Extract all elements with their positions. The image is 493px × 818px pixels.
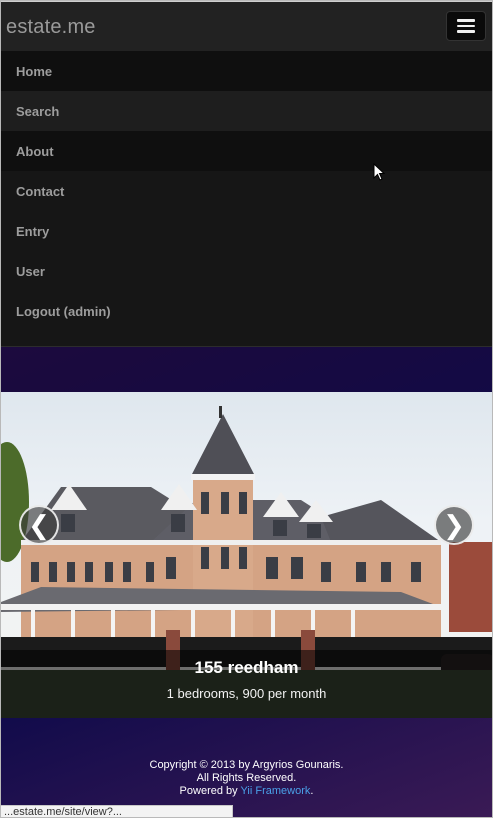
property-title: 155 reedham: [194, 658, 299, 677]
yii-framework-link[interactable]: Yii Framework: [241, 785, 311, 797]
toggle-bar: [457, 30, 475, 33]
brand-logo[interactable]: estate.me: [6, 16, 96, 39]
menu-item-user[interactable]: User: [1, 251, 492, 291]
toggle-bar: [457, 24, 475, 28]
carousel-prev-button[interactable]: ❮: [19, 505, 59, 545]
copyright-text: Copyright © 2013 by Argyrios Gounaris.: [149, 759, 344, 771]
toggle-bar: [457, 19, 475, 22]
menu-item-about[interactable]: About: [1, 131, 492, 171]
menu-item-search[interactable]: Search: [1, 91, 492, 131]
menu-item-entry[interactable]: Entry: [1, 211, 492, 251]
mouse-pointer-icon: [373, 163, 385, 181]
carousel-next-button[interactable]: ❯: [434, 505, 474, 545]
powered-by-line: Powered by Yii Framework.: [1, 785, 492, 798]
menu-item-logout[interactable]: Logout (admin): [1, 291, 492, 331]
property-details: 1 bedrooms, 900 per month: [166, 686, 327, 701]
navbar: estate.me: [1, 1, 492, 51]
property-carousel[interactable]: ❮ ❯ 155 reedham 1 bedrooms, 900 per mont…: [1, 392, 492, 718]
hamburger-menu-icon[interactable]: [446, 11, 486, 41]
menu-item-contact[interactable]: Contact: [1, 171, 492, 211]
rights-text: All Rights Reserved.: [196, 772, 297, 784]
powered-prefix: Powered by: [179, 785, 241, 797]
nav-menu: Home Search About Contact Entry User Log…: [1, 51, 492, 347]
app-page: estate.me Home Search About Contact Entr…: [0, 0, 493, 818]
powered-suffix: .: [310, 785, 314, 797]
carousel-caption: 155 reedham 1 bedrooms, 900 per month: [1, 650, 492, 718]
footer: Copyright © 2013 by Argyrios Gounaris. A…: [1, 759, 492, 798]
browser-status-bar: ...estate.me/site/view?...: [1, 805, 233, 817]
menu-item-home[interactable]: Home: [1, 51, 492, 91]
